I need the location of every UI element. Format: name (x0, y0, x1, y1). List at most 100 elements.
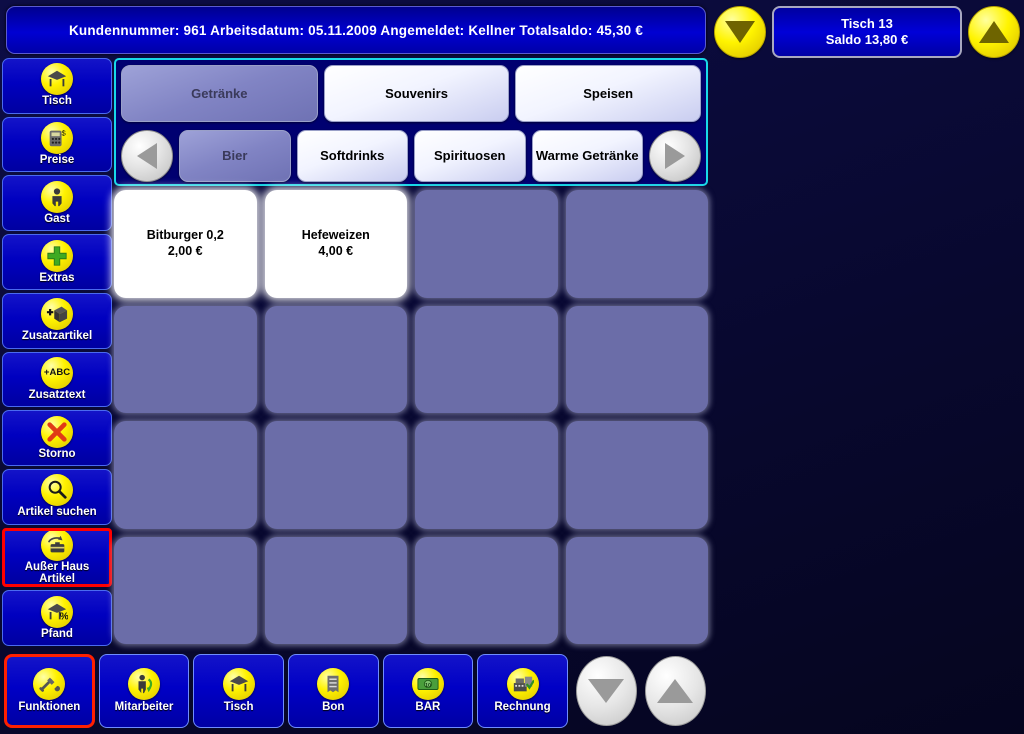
sidebar-item-zusatzartikel[interactable]: Zusatzartikel (2, 292, 112, 349)
product-label: Bitburger 0,2 2,00 € (147, 228, 224, 259)
cancel-x-icon (41, 415, 73, 448)
table-icon (222, 668, 255, 701)
receipt-icon (317, 668, 350, 701)
product-slot-empty[interactable] (415, 305, 558, 413)
function-button-rechnung[interactable]: Rechnung (477, 654, 568, 728)
left-sidebar: Tisch $ Preise Gast Extras Zusatzartikel +ABC Z… (2, 58, 112, 647)
product-name: Bitburger 0,2 (146, 228, 224, 243)
function-button-label: Funktionen (18, 701, 81, 714)
sidebar-item-label: Extras (39, 271, 75, 284)
sidebar-item-auer-haus-artikel[interactable]: Außer Haus Artikel (2, 527, 112, 588)
product-slot-empty[interactable] (264, 536, 407, 644)
product-slot-empty[interactable] (114, 421, 257, 529)
sidebar-item-label: Storno (38, 447, 76, 460)
product-slot-empty[interactable] (264, 421, 407, 529)
svg-text:10: 10 (425, 683, 431, 689)
employee-icon (128, 668, 160, 701)
pos-application: Kundennummer: 961 Arbeitsdatum: 05.11.20… (0, 0, 1024, 734)
product-slot-empty[interactable] (415, 190, 558, 298)
sidebar-item-gast[interactable]: Gast (2, 175, 112, 232)
subcategory-tab-softdrinks[interactable]: Softdrinks (296, 129, 408, 182)
sub-category-list: Bier Softdrinks Spirituosen Warme Getränke (179, 129, 643, 182)
product-price: 2,00 € (167, 243, 203, 258)
sidebar-item-label: Außer Haus Artikel (24, 561, 90, 585)
product-slot-empty[interactable] (114, 305, 257, 413)
sidebar-item-label: Zusatzartikel (21, 330, 93, 343)
category-tab-getrnke[interactable]: Getränke (121, 65, 318, 122)
function-button-label: Rechnung (494, 701, 551, 714)
sidebar-item-tisch[interactable]: Tisch (2, 58, 112, 114)
function-button-label: Tisch (223, 701, 254, 714)
deposit-icon: % (41, 595, 73, 628)
subcategory-tab-warmegetrnke[interactable]: Warme Getränke (531, 129, 643, 182)
sub-category-row: Bier Softdrinks Spirituosen Warme Getränke (121, 127, 701, 184)
table-header-row: Tisch 13 Saldo 13,80 € (714, 6, 1020, 58)
function-button-funktionen[interactable]: Funktionen (4, 654, 95, 728)
arrow-down-icon[interactable] (714, 6, 766, 58)
product-slot-empty[interactable] (565, 536, 708, 644)
function-button-bon[interactable]: Bon (287, 654, 379, 728)
subcategory-tab-spirituosen[interactable]: Spirituosen (414, 129, 526, 182)
sidebar-item-label: Zusatztext (28, 389, 86, 401)
sidebar-item-extras[interactable]: Extras (2, 234, 112, 290)
plus-cross-icon (41, 239, 73, 272)
table-icon (41, 63, 73, 96)
table-balance: Saldo 13,80 € (825, 32, 909, 47)
function-button-mitarbeiter[interactable]: Mitarbeiter (98, 654, 190, 728)
product-slot-empty[interactable] (415, 421, 558, 529)
table-name: Tisch 13 (841, 15, 893, 31)
arrow-up-icon[interactable] (968, 6, 1020, 58)
sidebar-item-label: Preise (39, 154, 75, 167)
arrow-up-icon[interactable] (644, 656, 706, 726)
header-status-text: Kundennummer: 961 Arbeitsdatum: 05.11.20… (68, 22, 644, 38)
sidebar-item-preise[interactable]: $ Preise (2, 116, 112, 173)
function-bar: Funktionen Mitarbeiter Tisch Bon 10 BAR Rechnu… (2, 650, 708, 732)
function-button-label: Mitarbeiter (114, 701, 174, 714)
banknote-icon: 10 (411, 668, 444, 701)
tools-icon (33, 668, 66, 701)
sidebar-item-storno[interactable]: Storno (2, 410, 112, 466)
sidebar-item-zusatztext[interactable]: +ABC Zusatztext (2, 351, 112, 408)
product-label: Hefeweizen 4,00 € (302, 228, 370, 259)
main-category-row: Getränke Souvenirs Speisen (121, 65, 701, 122)
sidebar-item-pfand[interactable]: % Pfand (2, 590, 112, 647)
svg-text:%: % (60, 611, 68, 622)
product-slot-empty[interactable] (565, 421, 708, 529)
svg-text:$: $ (62, 128, 66, 137)
sidebar-item-label: Pfand (41, 627, 73, 640)
price-tag-icon: $ (41, 122, 73, 155)
status-header: Kundennummer: 961 Arbeitsdatum: 05.11.20… (6, 6, 706, 54)
product-price: 4,00 € (318, 243, 354, 258)
add-box-icon (41, 298, 73, 331)
sidebar-item-label: Gast (44, 212, 70, 225)
arrow-left-icon[interactable] (121, 129, 173, 182)
takeaway-icon (41, 530, 73, 562)
product-name: Hefeweizen (301, 228, 370, 243)
subcategory-tab-bier[interactable]: Bier (179, 129, 291, 182)
arrow-down-icon[interactable] (575, 656, 637, 726)
sidebar-item-label: Tisch (42, 95, 72, 108)
magnifier-icon (41, 474, 73, 507)
product-grid: Bitburger 0,2 2,00 € Hefeweizen 4,00 € (114, 190, 708, 644)
sidebar-item-artikel-suchen[interactable]: Artikel suchen (2, 468, 112, 525)
register-icon (506, 668, 539, 701)
table-info-button[interactable]: Tisch 13 Saldo 13,80 € (772, 6, 962, 58)
category-panel: Getränke Souvenirs Speisen Bier Softdrinks S… (114, 58, 708, 186)
product-button[interactable]: Bitburger 0,2 2,00 € (114, 190, 257, 298)
product-slot-empty[interactable] (264, 305, 407, 413)
right-panel: Tisch 13 Saldo 13,80 € Anz.BezeichnungPr… (710, 0, 1024, 734)
product-slot-empty[interactable] (114, 536, 257, 644)
function-button-label: BAR (415, 701, 441, 714)
function-button-label: Bon (322, 701, 345, 714)
product-button[interactable]: Hefeweizen 4,00 € (264, 190, 407, 298)
category-tab-speisen[interactable]: Speisen (515, 65, 701, 122)
sidebar-item-label: Artikel suchen (17, 506, 97, 519)
abc-plus-icon: +ABC (41, 357, 73, 389)
product-slot-empty[interactable] (565, 305, 708, 413)
function-button-bar[interactable]: 10 BAR (382, 654, 474, 728)
product-slot-empty[interactable] (415, 536, 558, 644)
category-tab-souvenirs[interactable]: Souvenirs (323, 65, 510, 122)
function-button-tisch[interactable]: Tisch (193, 654, 284, 728)
product-slot-empty[interactable] (565, 190, 708, 298)
arrow-right-icon[interactable] (649, 129, 701, 182)
